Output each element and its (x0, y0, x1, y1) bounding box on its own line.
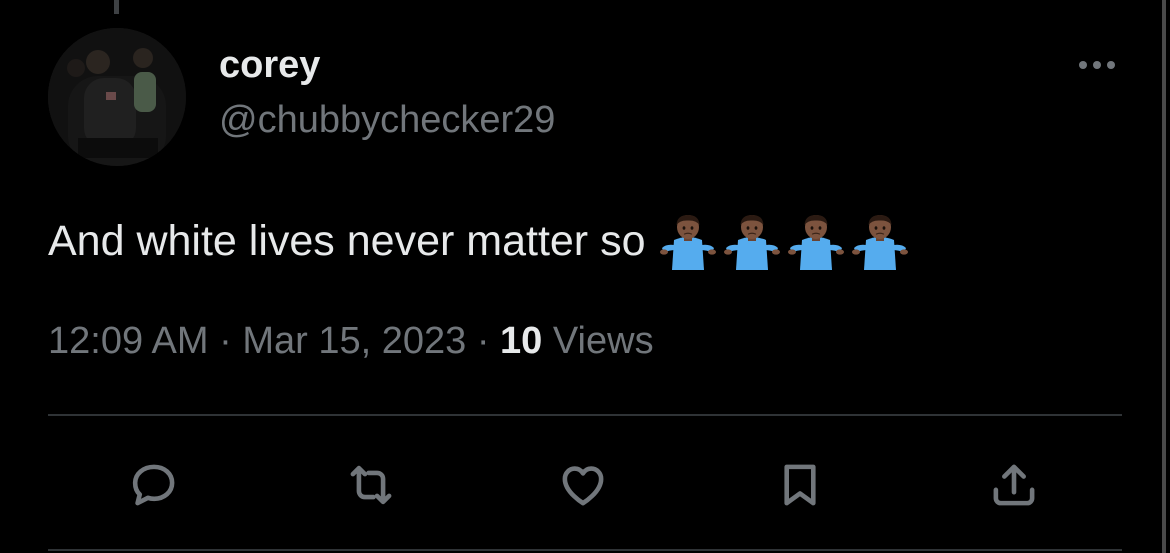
share-button[interactable] (984, 455, 1044, 515)
retweet-button[interactable] (341, 455, 401, 515)
tweet-metadata: 12:09 AM · Mar 15, 2023 · 10 Views (48, 318, 654, 364)
user-handle[interactable]: @chubbychecker29 (219, 97, 555, 143)
person-shrugging-emoji-icon (723, 212, 780, 270)
person-shrugging-emoji-icon (787, 212, 844, 270)
views-label[interactable]: Views (542, 320, 654, 362)
avatar-photo (48, 28, 186, 166)
more-dot-icon (1107, 61, 1115, 69)
person-shrugging-emoji-icon (851, 212, 908, 270)
thread-connector-line (114, 0, 119, 14)
action-bar (0, 455, 1170, 515)
like-icon (562, 466, 604, 506)
bookmark-button[interactable] (770, 455, 830, 515)
views-count[interactable]: 10 (500, 320, 542, 362)
bottom-divider (48, 549, 1122, 551)
display-name[interactable]: corey (219, 42, 320, 88)
person-shrugging-emoji-icon (659, 212, 716, 270)
tweet-text: And white lives never matter so (48, 217, 646, 265)
share-icon (993, 464, 1035, 506)
reply-icon (132, 464, 175, 506)
avatar[interactable] (48, 28, 186, 166)
divider (48, 414, 1122, 416)
more-options-button[interactable] (1072, 48, 1122, 82)
meta-separator: · (208, 320, 243, 362)
bookmark-icon (784, 464, 816, 506)
tweet-body: And white lives never matter so (48, 212, 908, 270)
like-button[interactable] (553, 455, 613, 515)
meta-separator: · (466, 320, 501, 362)
reply-button[interactable] (124, 455, 184, 515)
emoji-group (659, 212, 908, 270)
more-dot-icon (1079, 61, 1087, 69)
more-dot-icon (1093, 61, 1101, 69)
tweet-time[interactable]: 12:09 AM (48, 320, 209, 362)
retweet-icon (350, 465, 392, 505)
tweet-date[interactable]: Mar 15, 2023 (242, 320, 466, 362)
